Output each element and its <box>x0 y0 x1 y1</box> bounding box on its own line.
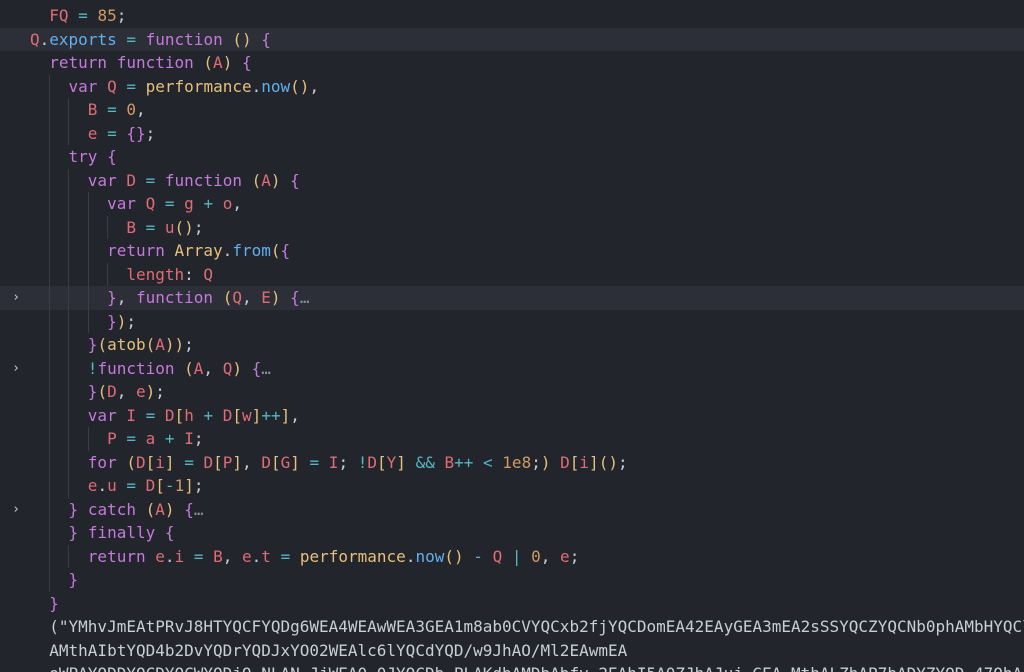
code-line[interactable]: }); <box>0 309 1024 333</box>
code-line[interactable]: › !function (A, Q) {… <box>0 356 1024 381</box>
code-line[interactable]: P = a + I; <box>0 427 1024 451</box>
code-text: !function (A, Q) {… <box>87 358 271 378</box>
code-text: }, function (Q, E) {… <box>107 288 310 307</box>
code-text: return function (A) { <box>49 53 252 72</box>
code-text: }(D, e); <box>87 382 165 401</box>
code-line[interactable]: Q.exports = function () { <box>0 27 1024 51</box>
code-text: for (D[i] = D[P], D[G] = I; !D[Y] && B++… <box>87 452 628 472</box>
code-line[interactable]: }(D, e); <box>0 380 1024 404</box>
code-text: Q.exports = function () { <box>30 29 271 49</box>
code-line[interactable]: B = u(); <box>0 215 1024 239</box>
code-line[interactable]: } <box>0 592 1024 616</box>
code-line[interactable]: return e.i = B, e.t = performance.now() … <box>0 544 1024 568</box>
code-line[interactable]: return function (A) { <box>0 51 1024 75</box>
fold-chevron-icon[interactable]: › <box>9 286 23 310</box>
code-line[interactable]: } finally { <box>0 521 1024 545</box>
code-text: } <box>49 593 59 613</box>
code-line[interactable]: }(atob(A)); <box>0 333 1024 357</box>
code-line[interactable]: ("YMhvJmEAtPRvJ8HTYQCFYQDg6WEA4WEAwWEA3G… <box>0 615 1024 639</box>
code-text: return e.i = B, e.t = performance.now() … <box>87 546 580 566</box>
code-text: return Array.from({ <box>107 241 291 260</box>
code-line[interactable]: return Array.from({ <box>0 239 1024 263</box>
code-line[interactable]: › } catch (A) {… <box>0 497 1024 522</box>
code-line[interactable]: e.u = D[-1]; <box>0 474 1024 498</box>
code-line[interactable]: var Q = performance.now(), <box>0 74 1024 98</box>
code-line[interactable]: var D = function (A) { <box>0 168 1024 192</box>
code-line[interactable]: › }, function (Q, E) {… <box>0 286 1024 310</box>
code-line[interactable]: } <box>0 568 1024 592</box>
code-text: length: Q <box>126 264 214 284</box>
code-line[interactable]: var Q = g + o, <box>0 192 1024 216</box>
code-editor[interactable]: FQ = 85; Q.exports = function () { return… <box>0 0 1024 672</box>
code-text: var Q = g + o, <box>107 194 243 213</box>
code-text: FQ = 85; <box>49 6 127 25</box>
code-text: } catch (A) {… <box>68 499 204 519</box>
code-text: } finally { <box>68 523 175 542</box>
code-line[interactable]: try { <box>0 145 1024 169</box>
code-line[interactable]: FQ = 85; <box>0 4 1024 28</box>
code-text: e = {}; <box>87 123 156 143</box>
fold-chevron-icon[interactable]: › <box>9 498 23 522</box>
code-line[interactable]: for (D[i] = D[P], D[G] = I; !D[Y] && B++… <box>0 450 1024 474</box>
fold-chevron-icon[interactable]: › <box>9 357 23 381</box>
code-line[interactable]: oWPAYQDDYQCDYQCWYQDjQ-NLAN JjWEA0 0JYQCD… <box>0 662 1024 672</box>
code-line[interactable]: e = {}; <box>0 121 1024 145</box>
code-text: try { <box>68 147 117 166</box>
code-text: } <box>68 570 79 589</box>
code-text: B = 0, <box>87 100 146 119</box>
code-line[interactable]: B = 0, <box>0 98 1024 122</box>
code-line[interactable]: var I = D[h + D[w]++], <box>0 403 1024 427</box>
code-text: B = u(); <box>126 217 204 237</box>
code-text: var Q = performance.now(), <box>68 76 320 96</box>
code-text: P = a + I; <box>107 429 204 448</box>
code-text: ("YMhvJmEAtPRvJ8HTYQCFYQDg6WEA4WEAwWEA3G… <box>30 617 1024 636</box>
code-text: oWPAYQDDYQCDYQCWYQDjQ-NLAN JjWEA0 0JYQCD… <box>30 662 1024 672</box>
code-text: AMthAIbtYQD4b2DvYQDrYQDJxYO02WEAlc6lYQCd… <box>30 640 628 660</box>
code-text: e.u = D[-1]; <box>87 476 204 495</box>
code-text: var D = function (A) { <box>87 170 300 190</box>
code-line[interactable]: length: Q <box>0 262 1024 286</box>
code-text: }(atob(A)); <box>87 335 194 354</box>
code-text: }); <box>107 311 136 331</box>
code-text: var I = D[h + D[w]++], <box>87 405 300 425</box>
code-line[interactable]: AMthAIbtYQD4b2DvYQDrYQDJxYO02WEAlc6lYQCd… <box>0 639 1024 663</box>
